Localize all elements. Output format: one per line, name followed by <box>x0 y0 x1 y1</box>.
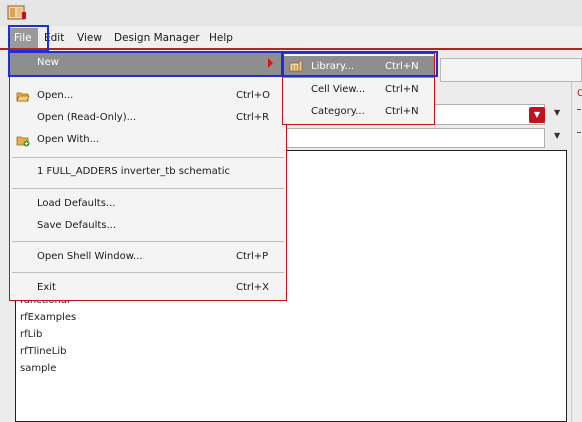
shortcut-label: Ctrl+R <box>236 112 270 123</box>
menu-item-label: Save Defaults... <box>37 220 117 231</box>
menu-separator <box>12 272 284 273</box>
menu-separator <box>12 241 284 242</box>
chevron-down-icon[interactable]: ▼ <box>554 131 560 140</box>
menu-item-open-shell-window[interactable]: Open Shell Window... Ctrl+P <box>10 247 286 269</box>
menu-item-new-cell-view[interactable]: Cell View... Ctrl+N <box>283 79 434 101</box>
panel-divider <box>571 82 572 422</box>
list-item[interactable]: rfTlineLib <box>20 346 66 357</box>
divider <box>577 132 581 133</box>
menu-view[interactable]: View <box>77 32 102 44</box>
chevron-down-icon[interactable]: ▼ <box>554 108 560 117</box>
menu-item-label: Open (Read-Only)... <box>37 112 137 123</box>
menu-item-label: Open With... <box>37 134 100 145</box>
divider <box>577 109 581 110</box>
toolbar-frame <box>440 58 582 82</box>
shortcut-label: Ctrl+O <box>236 90 271 101</box>
cell-filter-field[interactable] <box>283 128 545 148</box>
menu-item-recent-1[interactable]: 1 FULL_ADDERS inverter_tb schematic <box>10 162 286 184</box>
list-item[interactable]: sample <box>20 363 56 374</box>
shortcut-label: Ctrl+X <box>236 282 270 293</box>
menu-item-open-read-only[interactable]: Open (Read-Only)... Ctrl+R <box>10 108 286 130</box>
menu-item-exit[interactable]: Exit Ctrl+X <box>10 278 286 300</box>
menu-item-label: 1 FULL_ADDERS inverter_tb schematic <box>37 166 230 177</box>
file-dropdown-menu: New Open... Ctrl+O Open (Read-Only)... C… <box>9 51 287 301</box>
app-icon <box>7 5 26 20</box>
new-item-highlight-box <box>8 51 283 77</box>
menu-design-manager[interactable]: Design Manager <box>114 32 200 44</box>
menu-help[interactable]: Help <box>209 32 233 44</box>
shortcut-label: Ctrl+N <box>385 106 419 117</box>
menu-item-new-category[interactable]: Category... Ctrl+N <box>283 101 434 123</box>
menu-item-open[interactable]: Open... Ctrl+O <box>10 86 286 108</box>
menu-bar: File Edit View Design Manager Help <box>0 26 582 50</box>
menu-item-load-defaults[interactable]: Load Defaults... <box>10 194 286 216</box>
folder-add-icon <box>16 136 30 147</box>
right-panel-label: C <box>577 88 582 99</box>
menu-item-open-with[interactable]: Open With... <box>10 130 286 152</box>
menu-item-label: Open... <box>37 90 74 101</box>
menu-item-label: Load Defaults... <box>37 198 116 209</box>
file-menu-highlight-box <box>8 25 49 52</box>
list-item[interactable]: rfLib <box>20 329 42 340</box>
dropdown-button-icon[interactable]: ▼ <box>529 107 545 123</box>
shortcut-label: Ctrl+N <box>385 84 419 95</box>
menu-item-label: Category... <box>311 106 365 117</box>
menu-separator <box>12 188 284 189</box>
menu-item-save-defaults[interactable]: Save Defaults... <box>10 216 286 238</box>
menu-item-label: Cell View... <box>311 84 366 95</box>
menu-separator <box>12 157 284 158</box>
folder-open-icon <box>16 92 30 102</box>
menu-item-label: Open Shell Window... <box>37 251 143 262</box>
shortcut-label: Ctrl+P <box>236 251 269 262</box>
list-item[interactable]: rfExamples <box>20 312 76 323</box>
library-item-highlight-box <box>282 51 438 77</box>
title-bar <box>0 0 582 26</box>
menu-item-label: Exit <box>37 282 56 293</box>
